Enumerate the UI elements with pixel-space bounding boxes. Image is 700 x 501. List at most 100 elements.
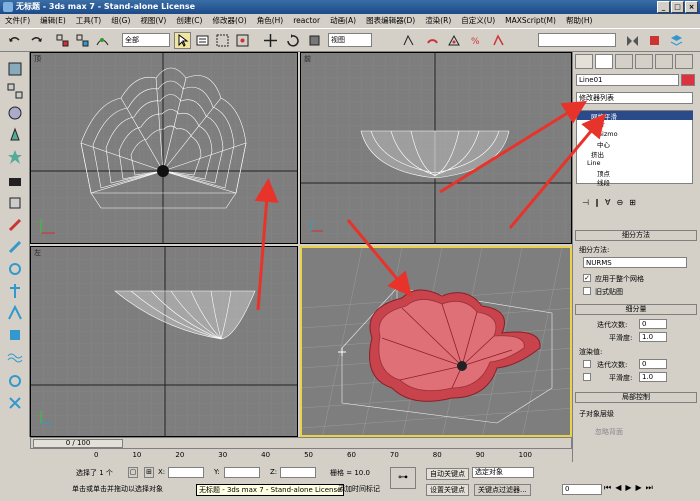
snap-icon[interactable]	[400, 32, 417, 49]
subdiv-method-dropdown[interactable]: NURMS	[583, 257, 687, 268]
display-tool-icon[interactable]	[6, 394, 24, 412]
menu-character[interactable]: 角色(H)	[252, 14, 289, 28]
angle-snap-icon[interactable]	[424, 32, 441, 49]
configure-modifiers-icon[interactable]: ⊞	[629, 198, 636, 210]
named-selection-icon[interactable]	[490, 32, 507, 49]
selection-filter-dropdown[interactable]: 全部	[122, 33, 170, 47]
render-scene-icon[interactable]	[6, 126, 24, 144]
key-mode-icon[interactable]: ⊶	[390, 467, 416, 489]
display-tab-icon[interactable]	[655, 54, 673, 69]
menu-create[interactable]: 创建(C)	[171, 14, 207, 28]
percent-snap-icon[interactable]	[446, 32, 463, 49]
stack-item-segment[interactable]: 线段	[597, 177, 610, 187]
reactor-wave-icon[interactable]	[6, 348, 24, 366]
viewport-front[interactable]: 前	[300, 52, 572, 244]
menu-rendering[interactable]: 渲染(R)	[420, 14, 456, 28]
menu-group[interactable]: 组(G)	[106, 14, 135, 28]
prev-frame-icon[interactable]: ◀	[615, 483, 621, 497]
stack-item-taper[interactable]: Taper	[587, 121, 605, 129]
rollout-local-control[interactable]: 局部控制	[575, 392, 697, 403]
remove-modifier-icon[interactable]: ⊖	[616, 198, 623, 210]
apply-whole-mesh-checkbox[interactable]: ✓	[583, 274, 591, 282]
viewport-perspective[interactable]: 透视	[300, 246, 572, 437]
teapot-icon[interactable]	[6, 172, 24, 190]
old-style-mapping-checkbox[interactable]	[583, 287, 591, 295]
stack-item-center[interactable]: 中心	[597, 139, 610, 149]
stack-item-meshsmooth[interactable]: 网格平滑	[577, 111, 693, 121]
rotate-icon[interactable]	[284, 32, 301, 49]
show-end-result-icon[interactable]: ∥	[595, 198, 599, 210]
menu-reactor[interactable]: reactor	[288, 14, 325, 28]
quick-render-icon[interactable]	[6, 148, 24, 166]
absolute-mode-icon[interactable]: ⊞	[144, 467, 154, 478]
track-bar[interactable]: 0 10 20 30 40 50 60 70 80 90 100	[30, 449, 572, 461]
menu-edit[interactable]: 编辑(E)	[35, 14, 71, 28]
z-coordinate-field[interactable]	[280, 467, 316, 478]
select-by-name-icon[interactable]	[194, 32, 211, 49]
next-frame-icon[interactable]: ▶	[636, 483, 642, 497]
add-time-tag[interactable]: 添加时间标记	[338, 484, 380, 494]
extras-icon[interactable]	[6, 194, 24, 212]
motion-tab-icon[interactable]	[635, 54, 653, 69]
redo-icon[interactable]	[28, 32, 45, 49]
menu-views[interactable]: 视图(V)	[135, 14, 171, 28]
schematic-view-icon[interactable]	[6, 82, 24, 100]
y-coordinate-field[interactable]	[224, 467, 260, 478]
bind-space-warp-icon[interactable]	[94, 32, 111, 49]
hierarchy-tab-icon[interactable]	[615, 54, 633, 69]
menu-help[interactable]: 帮助(H)	[561, 14, 598, 28]
rect-select-region-icon[interactable]	[214, 32, 231, 49]
gear-icon[interactable]	[6, 260, 24, 278]
go-end-icon[interactable]: ⏭	[646, 483, 653, 497]
window-crossing-icon[interactable]	[234, 32, 251, 49]
shape-tool-icon[interactable]	[6, 216, 24, 234]
modify-tab-icon[interactable]	[595, 54, 613, 69]
play-icon[interactable]: ▶	[625, 483, 631, 497]
material-editor-icon[interactable]	[6, 104, 24, 122]
mirror-icon[interactable]	[624, 32, 641, 49]
x-coordinate-field[interactable]	[168, 467, 204, 478]
lock-selection-icon[interactable]: ▢	[128, 467, 138, 478]
stack-item-line[interactable]: Line	[587, 159, 601, 167]
undo-icon[interactable]	[6, 32, 23, 49]
menu-animation[interactable]: 动画(A)	[325, 14, 361, 28]
smoothness-spinner[interactable]: 1.0	[639, 332, 667, 342]
curve-editor-icon[interactable]	[6, 60, 24, 78]
layer-manager-icon[interactable]	[668, 32, 685, 49]
render-smoothness-spinner[interactable]: 1.0	[639, 372, 667, 382]
key-selection-dropdown[interactable]: 选定对象	[472, 467, 534, 478]
render-smoothness-checkbox[interactable]	[583, 373, 591, 381]
pin-stack-icon[interactable]: ⊣	[582, 198, 589, 210]
object-name-field[interactable]: Line01	[576, 74, 679, 86]
menu-modifiers[interactable]: 修改器(O)	[207, 14, 251, 28]
systems-tool-icon[interactable]	[6, 326, 24, 344]
minimize-button[interactable]: _	[657, 1, 670, 13]
helper-tool-icon[interactable]	[6, 282, 24, 300]
move-icon[interactable]	[262, 32, 279, 49]
menu-file[interactable]: 文件(F)	[0, 14, 35, 28]
make-unique-icon[interactable]: ∀	[605, 198, 610, 210]
key-filters-button[interactable]: 关键点过滤器...	[474, 484, 531, 496]
scale-icon[interactable]	[306, 32, 323, 49]
space-warp-tool-icon[interactable]	[6, 304, 24, 322]
stack-item-gizmo[interactable]: Gizmo	[597, 130, 618, 138]
current-frame-field[interactable]: 0	[562, 484, 602, 495]
time-slider-thumb[interactable]: 0 / 100	[33, 439, 123, 448]
menu-tools[interactable]: 工具(T)	[71, 14, 106, 28]
modifier-list-dropdown[interactable]: 修改器列表	[576, 92, 693, 104]
stack-item-extrude[interactable]: 挤出	[591, 149, 604, 159]
render-iterations-spinner[interactable]: 0	[639, 359, 667, 369]
menu-graph-editors[interactable]: 图表编辑器(D)	[361, 14, 420, 28]
align-icon[interactable]	[646, 32, 663, 49]
link-icon[interactable]	[54, 32, 71, 49]
iterations-spinner[interactable]: 0	[639, 319, 667, 329]
viewport-top[interactable]: 顶	[30, 52, 298, 244]
time-slider[interactable]: 0 / 100	[30, 437, 572, 449]
rollout-subdivision-method[interactable]: 细分方法	[575, 230, 697, 241]
rollout-subdivision-amount[interactable]: 细分量	[575, 304, 697, 315]
named-selection-set-dropdown[interactable]	[538, 33, 616, 47]
go-start-icon[interactable]: ⏮	[604, 483, 611, 497]
maximize-button[interactable]: □	[671, 1, 684, 13]
set-key-button[interactable]: 设置关键点	[426, 484, 469, 496]
select-object-icon[interactable]	[174, 32, 191, 49]
